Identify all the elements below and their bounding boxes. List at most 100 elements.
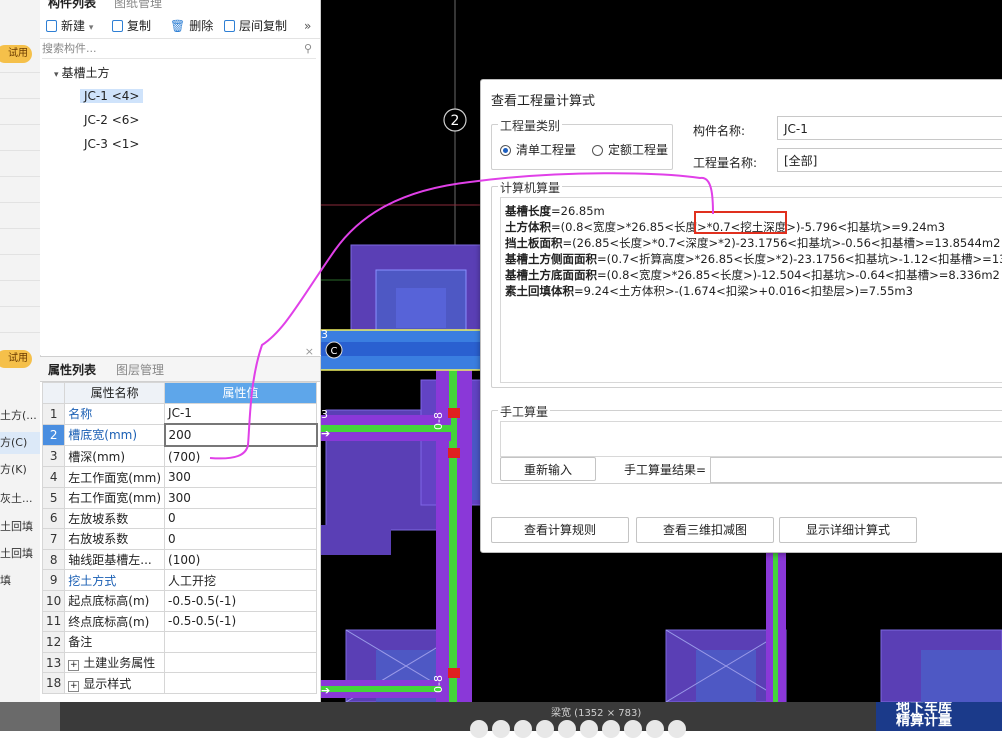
property-panel: 属性列表 图层管理 属性名称 属性值 1 名称 JC-1 2 槽底宽(mm) 2…: [40, 356, 321, 702]
component-name-field[interactable]: JC-1: [777, 116, 1002, 140]
component-search-input[interactable]: 搜索构件... ⚲: [42, 40, 316, 59]
radio-bill-quantity[interactable]: 清单工程量: [500, 141, 576, 158]
manual-calc-group: 手工算量 重新输入 手工算量结果=: [491, 403, 1002, 484]
viewer-control-icon[interactable]: [514, 720, 532, 738]
manual-result-label: 手工算量结果=: [624, 463, 707, 477]
trial-badge[interactable]: 试用: [0, 45, 32, 63]
table-row[interactable]: 13 + 土建业务属性: [41, 651, 318, 674]
viewer-control-icon[interactable]: [470, 720, 488, 738]
table-row[interactable]: 2 槽底宽(mm) 200: [41, 423, 318, 447]
canvas-number-3b: 3: [321, 408, 328, 421]
image-size-caption: 梁宽 (1352 × 783): [551, 708, 642, 719]
left-strip-item[interactable]: 方(C): [0, 432, 40, 454]
viewer-control-icon[interactable]: [668, 720, 686, 738]
viewer-control-icon[interactable]: [624, 720, 642, 738]
component-name-label: 构件名称:: [693, 124, 746, 138]
axis-label-2: 2: [451, 113, 460, 129]
arrow-icon-2: ➔: [321, 684, 330, 697]
left-strip-item[interactable]: 土回填: [0, 516, 40, 538]
delete-button[interactable]: 🗑 删除: [170, 18, 213, 34]
table-row[interactable]: 7 右放坡系数 0: [41, 528, 318, 550]
radio-quota-quantity[interactable]: 定额工程量: [592, 141, 668, 158]
calc-formula-textarea[interactable]: 基槽长度=26.85m 土方体积=(0.8<宽度>*26.85<长度>*0.7<…: [500, 197, 1002, 383]
viewer-control-icon[interactable]: [580, 720, 598, 738]
trash-icon: 🗑: [170, 19, 186, 33]
new-file-icon: [46, 20, 57, 32]
viewer-control-icon[interactable]: [536, 720, 554, 738]
manual-calc-legend: 手工算量: [498, 403, 551, 420]
floor-copy-icon: [224, 20, 235, 32]
tab-layer-management[interactable]: 图层管理: [116, 361, 164, 378]
table-row[interactable]: 3 槽深(mm) (700): [41, 445, 318, 468]
table-row[interactable]: 1 名称 JC-1: [41, 402, 318, 425]
tree-item-jc2[interactable]: JC-2 <6>: [84, 110, 139, 130]
table-row[interactable]: 8 轴线距基槽左... (100): [41, 548, 318, 571]
left-strip-item[interactable]: 土方(...: [0, 405, 40, 427]
tree-item-jc3[interactable]: JC-3 <1>: [84, 134, 139, 154]
calc-line: 基槽土方底面面积=(0.8<宽度>*26.85<长度>)-12.504<扣基坑>…: [505, 268, 1000, 282]
selected-cell-input[interactable]: 200: [163, 423, 318, 447]
viewer-control-icon[interactable]: [602, 720, 620, 738]
tab-component-list[interactable]: 构件列表: [48, 0, 96, 12]
tab-property-list[interactable]: 属性列表: [48, 361, 96, 378]
bottom-viewer-bar: 梁宽 (1352 × 783) 地下车库 精算计量: [0, 702, 1002, 738]
show-detail-formula-button[interactable]: 显示详细计算式: [779, 517, 917, 543]
table-row[interactable]: 5 右工作面宽(mm) 300: [41, 486, 318, 509]
calc-line: 素土回填体积=9.24<土方体积>-(1.674<扣梁>+0.016<扣垫层>)…: [505, 284, 913, 298]
table-row[interactable]: 6 左放坡系数 0: [41, 507, 318, 530]
col-header-value: 属性值: [164, 382, 318, 404]
left-strip-item[interactable]: 土回填: [0, 543, 40, 565]
component-list-panel: 构件列表 图纸管理 新建 ▾ 复制 🗑 删除 层间复制 » 搜索构件... ⚲ ▾…: [40, 0, 321, 358]
table-row[interactable]: 12 备注: [41, 631, 318, 653]
table-row[interactable]: 9 挖土方式 人工开挖: [41, 569, 318, 591]
tree-item-jc1[interactable]: JC-1 <4>: [80, 86, 144, 106]
viewer-control-icon[interactable]: [646, 720, 664, 738]
quantity-type-legend: 工程量类别: [498, 117, 563, 134]
viewer-control-icon[interactable]: [492, 720, 510, 738]
copy-button[interactable]: 复制: [112, 18, 151, 34]
left-strip-item[interactable]: 方(K): [0, 459, 40, 481]
computer-calc-group: 计算机算量 基槽长度=26.85m 土方体积=(0.8<宽度>*26.85<长度…: [491, 179, 1002, 388]
quantity-name-label: 工程量名称:: [693, 156, 758, 170]
new-button[interactable]: 新建 ▾: [46, 18, 93, 34]
table-row[interactable]: 11 终点底标高(m) -0.5-0.5(-1): [41, 610, 318, 633]
left-strip-item[interactable]: 灰土...: [0, 488, 40, 510]
left-side-strip: 试用 试用 土方(... 方(C) 方(K) 灰土... 土回填 土回填 填: [0, 0, 41, 702]
view-3d-deduction-button[interactable]: 查看三维扣减图: [636, 517, 774, 543]
toolbar-more-button[interactable]: »: [304, 18, 311, 34]
expand-plus-icon[interactable]: +: [68, 680, 80, 692]
manual-calc-textarea[interactable]: [500, 421, 1002, 457]
floor-copy-button[interactable]: 层间复制: [224, 18, 287, 34]
promo-watermark: 地下车库 精算计量: [876, 702, 1002, 731]
axis-label-c: C: [331, 346, 338, 357]
left-strip-item[interactable]: 填: [0, 570, 40, 592]
dimension-label: 0-8: [432, 412, 445, 430]
component-toolbar: 新建 ▾ 复制 🗑 删除 层间复制 »: [40, 14, 320, 39]
viewer-controls[interactable]: [470, 720, 720, 738]
arrow-icon: ➔: [321, 427, 330, 440]
property-table: 属性名称 属性值 1 名称 JC-1 2 槽底宽(mm) 200 3 槽深(mm…: [41, 382, 318, 694]
calc-line: 基槽长度=26.85m: [505, 204, 605, 218]
viewer-control-icon[interactable]: [558, 720, 576, 738]
calc-line: 土方体积=(0.8<宽度>*26.85<长度>*0.7<挖土深度>)-5.796…: [505, 220, 946, 234]
dimension-label-2: 0-8: [432, 675, 445, 693]
manual-result-field[interactable]: [710, 457, 1002, 483]
tab-drawing-management[interactable]: 图纸管理: [114, 0, 162, 12]
trial-badge-2[interactable]: 试用: [0, 350, 32, 368]
view-calc-rules-button[interactable]: 查看计算规则: [491, 517, 629, 543]
col-header-name: 属性名称: [64, 382, 166, 404]
copy-icon: [112, 20, 123, 32]
reinput-button[interactable]: 重新输入: [500, 457, 596, 481]
computer-calc-legend: 计算机算量: [498, 179, 563, 196]
table-row[interactable]: 10 起点底标高(m) -0.5-0.5(-1): [41, 589, 318, 612]
table-row[interactable]: 4 左工作面宽(mm) 300: [41, 466, 318, 488]
calc-line: 挡土板面积=(26.85<长度>*0.7<深度>*2)-23.1756<扣基坑>…: [505, 236, 1001, 250]
quantity-type-group: 工程量类别 清单工程量 定额工程量: [491, 117, 673, 170]
table-row[interactable]: 18 + 显示样式: [41, 672, 318, 694]
expand-plus-icon[interactable]: +: [68, 660, 80, 672]
collapse-arrow-icon: ▾: [54, 70, 59, 80]
radio-unchecked-icon: [592, 145, 603, 156]
tree-root-node[interactable]: ▾ 基槽土方: [54, 63, 110, 83]
quantity-name-select[interactable]: [全部]: [777, 148, 1002, 172]
search-icon: ⚲: [303, 42, 312, 55]
